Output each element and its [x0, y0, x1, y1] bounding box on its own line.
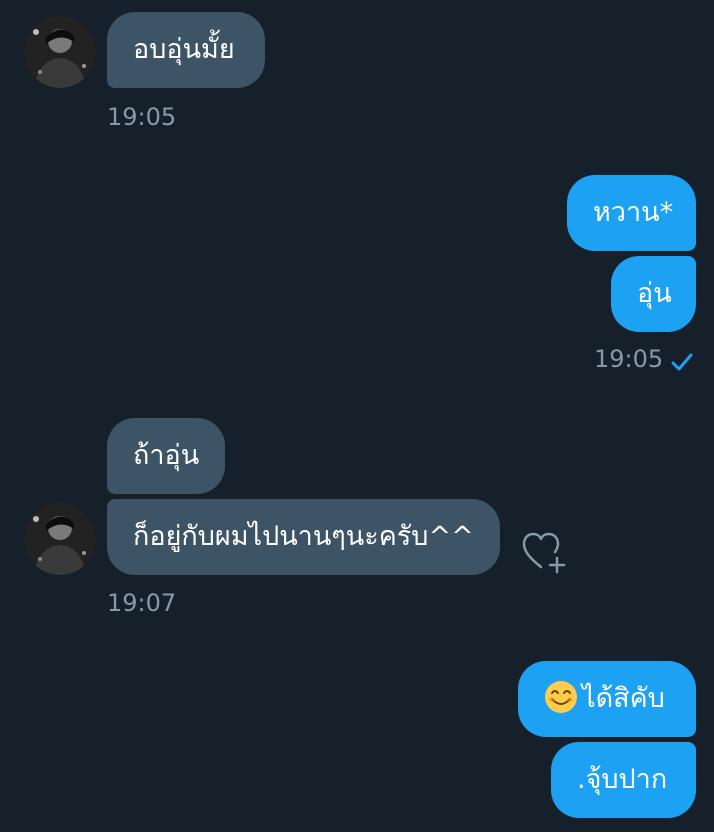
heart-plus-icon[interactable] [519, 527, 569, 577]
sender-avatar[interactable] [24, 503, 96, 575]
message-bubble-sent[interactable]: .จุ้บปาก [551, 742, 696, 818]
message-bubble-sent[interactable]: ได้สิคับ [518, 661, 696, 737]
message-text: ก็อยู่กับผมไปนานๆนะครับ^^ [133, 521, 474, 552]
message-bubble-sent[interactable]: หวาน* [567, 175, 696, 251]
message-bubble-received[interactable]: ถ้าอุ่น [107, 418, 225, 494]
message-timestamp: 19:05 [594, 345, 664, 373]
message-bubble-received[interactable]: อบอุ่นมั้ย [107, 12, 265, 88]
sender-avatar[interactable] [24, 16, 96, 88]
avatar-image [24, 16, 96, 88]
message-text: ได้สิคับ [582, 683, 665, 714]
message-text: ถ้าอุ่น [133, 440, 200, 471]
avatar-image [24, 503, 96, 575]
message-bubble-sent[interactable]: อุ่น [611, 256, 696, 332]
message-text: อบอุ่นมั้ย [133, 34, 235, 65]
message-timestamp: 19:07 [107, 589, 177, 617]
smiling-face-emoji-icon [545, 680, 577, 713]
message-text: หวาน* [593, 197, 674, 228]
message-timestamp: 19:05 [107, 103, 177, 131]
check-icon [671, 353, 693, 371]
message-text: .จุ้บปาก [577, 764, 668, 795]
message-bubble-received[interactable]: ก็อยู่กับผมไปนานๆนะครับ^^ [107, 499, 500, 575]
message-text: อุ่น [637, 278, 672, 309]
